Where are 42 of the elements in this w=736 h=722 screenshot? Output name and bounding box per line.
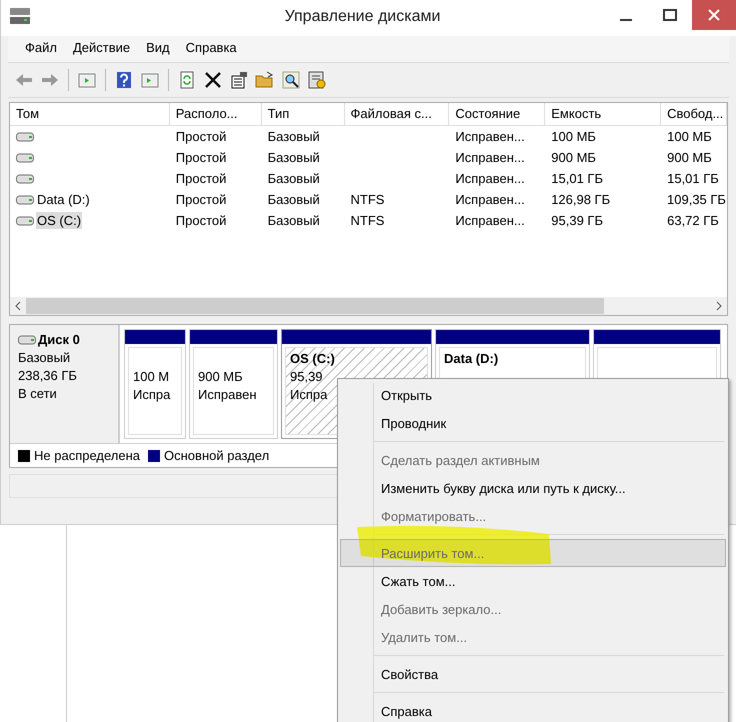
table-cell: Простой (176, 192, 226, 207)
table-cell: 15,01 ГБ (551, 171, 603, 186)
table-cell: Базовый (268, 129, 320, 144)
table-cell: 15,01 ГБ (667, 171, 719, 186)
table-cell: 100 МБ (667, 129, 712, 144)
table-cell: Простой (176, 150, 226, 165)
legend-item: Основной раздел (148, 448, 270, 463)
partition-detail: Испра (133, 386, 170, 404)
window-title: Управление дисками (284, 7, 442, 26)
table-cell: Базовый (268, 150, 320, 165)
partition-title: OS (C:) (290, 350, 336, 368)
partition-detail: 95,39 (290, 368, 323, 386)
partition-detail: 900 МБ (198, 368, 243, 386)
table-cell: Базовый (268, 171, 320, 186)
table-cell: NTFS (350, 213, 384, 228)
table-cell: 900 МБ (551, 150, 596, 165)
table-cell: Простой (176, 213, 226, 228)
table-cell: 95,39 ГБ (551, 213, 603, 228)
table-cell: Исправен... (455, 192, 525, 207)
table-cell: NTFS (350, 192, 384, 207)
table-cell: Исправен... (455, 129, 525, 144)
partition-detail: Испра (290, 386, 328, 404)
partition-title: Data (D:) (444, 350, 500, 368)
table-cell: Исправен... (455, 150, 525, 165)
disk-detail: 238,36 ГБ (18, 367, 78, 385)
table-cell: Базовый (268, 213, 320, 228)
disk-detail: Базовый (18, 349, 72, 367)
table-cell: 126,98 ГБ (551, 192, 610, 207)
table-cell: Простой (176, 171, 226, 186)
table-cell: 63,72 ГБ (667, 213, 719, 228)
table-cell: Исправен... (455, 171, 525, 186)
table-cell: 900 МБ (667, 150, 712, 165)
disk-name: Диск 0 (38, 331, 80, 349)
table-cell: Простой (176, 129, 226, 144)
table-cell: 109,35 ГБ (667, 192, 726, 207)
disk-detail: В сети (18, 385, 58, 403)
table-cell: Исправен... (455, 213, 525, 228)
table-cell: Базовый (268, 192, 320, 207)
partition-detail: 100 М (133, 368, 170, 386)
legend-item: Не распределена (18, 448, 140, 463)
partition-detail: Исправен (198, 386, 257, 404)
table-cell: 100 МБ (551, 129, 596, 144)
